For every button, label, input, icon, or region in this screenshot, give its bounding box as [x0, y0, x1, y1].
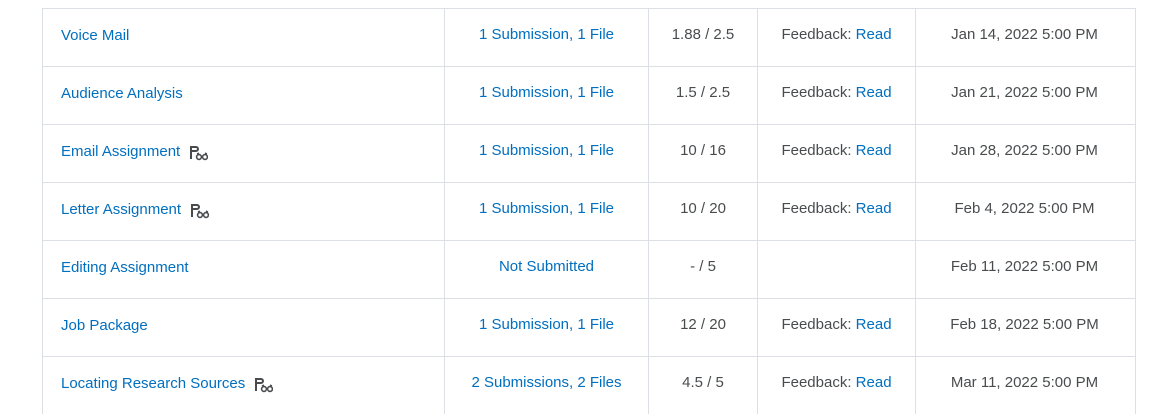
assignment-link[interactable]: Editing Assignment	[61, 259, 189, 276]
feedback-cell: Feedback: Read	[758, 357, 916, 414]
score-value: 4.5 / 5	[682, 373, 724, 391]
submissions-cell: 2 Submissions, 2 Files	[445, 357, 649, 414]
assignments-table: Voice Mail 1 Submission, 1 File 1.88 / 2…	[42, 8, 1136, 414]
due-date-cell: Feb 4, 2022 5:00 PM	[916, 183, 1133, 240]
score-value: - / 5	[690, 257, 716, 275]
assignment-link[interactable]: Email Assignment	[61, 143, 180, 160]
table-row: Editing Assignment Not Submitted - / 5 F…	[43, 241, 1135, 299]
feedback-cell: Feedback: Read	[758, 183, 916, 240]
submissions-cell: 1 Submission, 1 File	[445, 125, 649, 182]
due-date: Feb 18, 2022 5:00 PM	[950, 315, 1099, 333]
turnitin-originality-icon[interactable]	[189, 202, 210, 220]
assignment-link[interactable]: Audience Analysis	[61, 85, 183, 102]
assignment-link[interactable]: Letter Assignment	[61, 201, 181, 218]
assignment-name-cell: Locating Research Sources	[43, 357, 445, 414]
feedback-read-link[interactable]: Read	[856, 200, 892, 217]
feedback-cell: Feedback: Read	[758, 67, 916, 124]
table-row: Voice Mail 1 Submission, 1 File 1.88 / 2…	[43, 9, 1135, 67]
assignment-name-cell: Audience Analysis	[43, 67, 445, 124]
submissions-cell: 1 Submission, 1 File	[445, 67, 649, 124]
assignment-link[interactable]: Job Package	[61, 317, 148, 334]
score-cell: 4.5 / 5	[649, 357, 758, 414]
feedback-cell	[758, 241, 916, 298]
score-cell: - / 5	[649, 241, 758, 298]
assignment-name-cell: Email Assignment	[43, 125, 445, 182]
feedback-label: Feedback:	[781, 373, 852, 391]
feedback-read-link[interactable]: Read	[856, 374, 892, 391]
table-row: Job Package 1 Submission, 1 File 12 / 20…	[43, 299, 1135, 357]
score-value: 10 / 16	[680, 141, 726, 159]
submissions-cell: 1 Submission, 1 File	[445, 9, 649, 66]
score-value: 1.88 / 2.5	[671, 25, 735, 43]
due-date: Mar 11, 2022 5:00 PM	[950, 373, 1099, 391]
score-cell: 1.5 / 2.5	[649, 67, 758, 124]
score-value: 1.5 / 2.5	[675, 83, 731, 101]
turnitin-originality-icon[interactable]	[253, 376, 274, 394]
due-date: Feb 11, 2022 5:00 PM	[950, 257, 1099, 275]
assignment-name-cell: Job Package	[43, 299, 445, 356]
score-value: 10 / 20	[680, 199, 726, 217]
due-date: Jan 14, 2022 5:00 PM	[951, 25, 1098, 43]
submissions-cell: 1 Submission, 1 File	[445, 299, 649, 356]
score-cell: 10 / 16	[649, 125, 758, 182]
submissions-link[interactable]: 1 Submission, 1 File	[479, 316, 614, 333]
due-date-cell: Jan 14, 2022 5:00 PM	[916, 9, 1133, 66]
table-row: Email Assignment 1 Submission, 1 File 10…	[43, 125, 1135, 183]
table-row: Locating Research Sources 2 Submissions,…	[43, 357, 1135, 414]
due-date: Jan 28, 2022 5:00 PM	[951, 141, 1098, 159]
due-date-cell: Feb 18, 2022 5:00 PM	[916, 299, 1133, 356]
due-date-cell: Jan 21, 2022 5:00 PM	[916, 67, 1133, 124]
assignment-link[interactable]: Voice Mail	[61, 27, 129, 44]
table-row: Letter Assignment 1 Submission, 1 File 1…	[43, 183, 1135, 241]
feedback-read-link[interactable]: Read	[856, 316, 892, 333]
submissions-link[interactable]: 1 Submission, 1 File	[479, 26, 614, 43]
feedback-cell: Feedback: Read	[758, 299, 916, 356]
submissions-link[interactable]: 2 Submissions, 2 Files	[471, 374, 621, 391]
due-date-cell: Jan 28, 2022 5:00 PM	[916, 125, 1133, 182]
submissions-link[interactable]: 1 Submission, 1 File	[479, 84, 614, 101]
feedback-label: Feedback:	[781, 199, 852, 217]
score-cell: 12 / 20	[649, 299, 758, 356]
feedback-label: Feedback:	[781, 25, 852, 43]
submissions-cell: 1 Submission, 1 File	[445, 183, 649, 240]
due-date-cell: Feb 11, 2022 5:00 PM	[916, 241, 1133, 298]
feedback-cell: Feedback: Read	[758, 125, 916, 182]
score-value: 12 / 20	[680, 315, 726, 333]
feedback-read-link[interactable]: Read	[856, 142, 892, 159]
submissions-link[interactable]: 1 Submission, 1 File	[479, 142, 614, 159]
assignment-name-cell: Voice Mail	[43, 9, 445, 66]
assignment-name-cell: Letter Assignment	[43, 183, 445, 240]
due-date: Jan 21, 2022 5:00 PM	[951, 83, 1098, 101]
feedback-label: Feedback:	[781, 141, 852, 159]
assignment-name-cell: Editing Assignment	[43, 241, 445, 298]
submissions-link[interactable]: Not Submitted	[499, 258, 594, 275]
feedback-cell: Feedback: Read	[758, 9, 916, 66]
score-cell: 1.88 / 2.5	[649, 9, 758, 66]
turnitin-originality-icon[interactable]	[188, 144, 209, 162]
submissions-cell: Not Submitted	[445, 241, 649, 298]
due-date-cell: Mar 11, 2022 5:00 PM	[916, 357, 1133, 414]
assignment-link[interactable]: Locating Research Sources	[61, 375, 245, 392]
score-cell: 10 / 20	[649, 183, 758, 240]
table-row: Audience Analysis 1 Submission, 1 File 1…	[43, 67, 1135, 125]
feedback-label: Feedback:	[781, 315, 852, 333]
due-date: Feb 4, 2022 5:00 PM	[954, 199, 1095, 217]
submissions-link[interactable]: 1 Submission, 1 File	[479, 200, 614, 217]
feedback-label: Feedback:	[781, 83, 852, 101]
feedback-read-link[interactable]: Read	[856, 84, 892, 101]
feedback-read-link[interactable]: Read	[856, 26, 892, 43]
